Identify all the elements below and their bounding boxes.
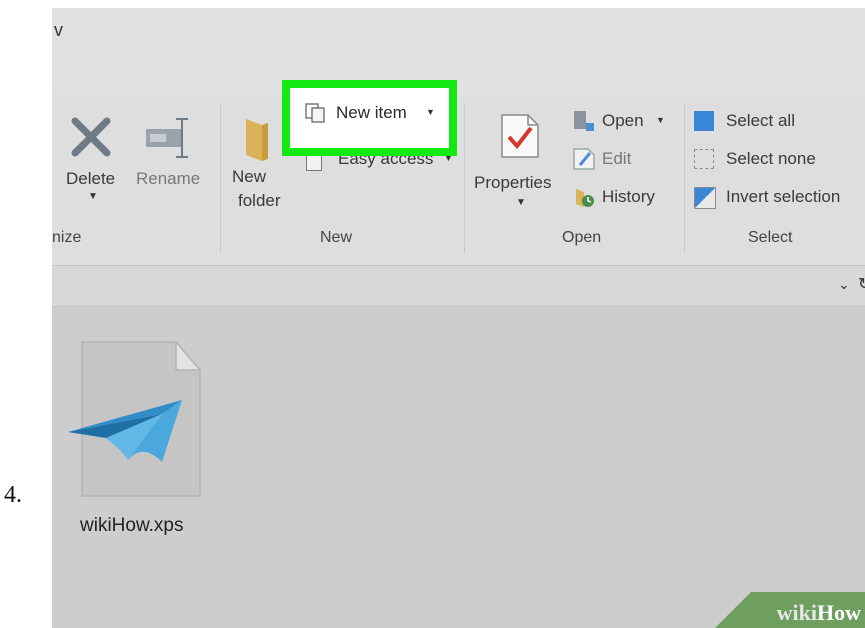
address-bar[interactable]: ⌄ ↻ (52, 266, 865, 307)
step-number: 4. (4, 482, 22, 508)
delete-button[interactable]: Delete ▼ (60, 109, 122, 219)
open-button[interactable]: Open ▼ (572, 109, 670, 135)
open-icon (574, 111, 594, 131)
file-explorer-window: v Delete ▼ Rename nize New folder Easy a… (52, 8, 865, 628)
new-folder-label-line1: New (232, 167, 267, 186)
select-none-label: Select none (726, 149, 816, 168)
chevron-down-icon: ▼ (516, 197, 526, 208)
properties-check-icon (501, 114, 539, 158)
file-name-label[interactable]: wikiHow.xps (80, 515, 183, 537)
history-icon (576, 189, 594, 207)
chevron-down-icon[interactable]: ⌄ (838, 276, 850, 293)
chevron-down-icon: ▼ (426, 107, 435, 117)
history-label: History (602, 187, 655, 206)
refresh-icon[interactable]: ↻ (858, 274, 865, 294)
select-all-label: Select all (726, 111, 795, 130)
select-none-button[interactable]: Select none (694, 147, 854, 173)
group-separator (464, 103, 465, 253)
folder-icon (246, 119, 268, 161)
file-list-area (52, 308, 865, 628)
chevron-down-icon: ▼ (656, 115, 665, 125)
xps-document-icon[interactable] (66, 336, 236, 516)
watermark-part2: How (817, 600, 861, 625)
new-group-label: New (320, 229, 353, 246)
new-item-icon (305, 103, 325, 123)
ribbon: Delete ▼ Rename nize New folder Easy acc… (52, 95, 865, 266)
delete-x-icon (71, 117, 111, 157)
new-item-button[interactable]: New item ▼ (282, 80, 457, 156)
open-group-label: Open (562, 229, 602, 246)
window-title: v (54, 20, 63, 40)
delete-label: Delete (66, 169, 116, 188)
new-item-label: New item (336, 103, 407, 122)
select-all-button[interactable]: Select all (694, 109, 854, 135)
history-button[interactable]: History (572, 185, 670, 211)
new-folder-button[interactable]: New folder (230, 109, 286, 229)
rename-icon (146, 118, 188, 158)
organize-group-label: nize (52, 229, 82, 246)
edit-label: Edit (602, 149, 632, 168)
select-none-icon (694, 149, 714, 169)
rename-label: Rename (136, 169, 201, 188)
group-separator (684, 103, 685, 253)
new-folder-label-line2: folder (238, 191, 281, 210)
group-separator (220, 103, 221, 253)
select-all-icon (694, 111, 714, 131)
watermark-part1: wiki (776, 600, 817, 625)
watermark-text: wikiHow (777, 600, 861, 626)
invert-selection-label: Invert selection (726, 187, 841, 206)
invert-selection-button[interactable]: Invert selection (694, 185, 864, 211)
open-label: Open (602, 111, 644, 130)
title-bar: v (52, 8, 865, 95)
easy-access-icon (306, 155, 322, 171)
properties-button[interactable]: Properties ▼ (472, 109, 568, 227)
properties-label: Properties (474, 173, 552, 192)
select-group-label: Select (748, 229, 793, 246)
chevron-down-icon: ▼ (88, 191, 98, 202)
edit-button[interactable]: Edit (572, 147, 642, 173)
rename-button[interactable]: Rename (132, 109, 208, 219)
edit-icon (573, 148, 595, 170)
invert-selection-icon (694, 187, 716, 209)
